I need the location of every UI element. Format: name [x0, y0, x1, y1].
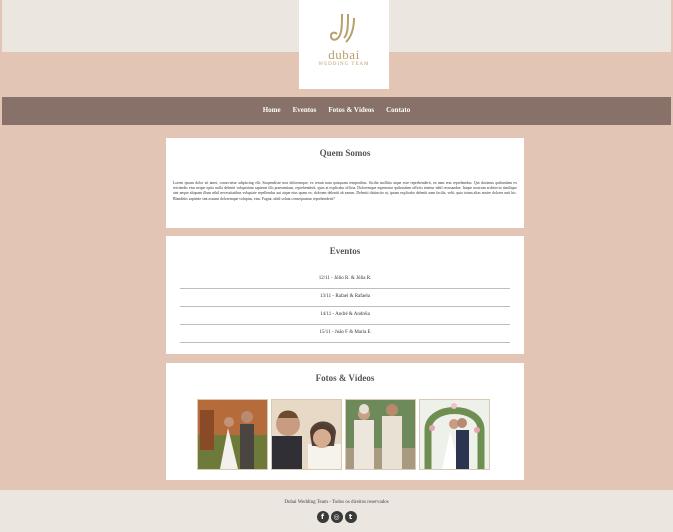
footer-copyright: Dubai Wedding Team - Todos os direitos r…	[284, 500, 389, 505]
about-title: Quem Somos	[319, 148, 371, 158]
gallery-title: Fotos & Vídeos	[315, 373, 375, 383]
wedding-photo-4[interactable]	[419, 399, 490, 470]
social-links: f ◎ t	[316, 511, 357, 523]
gallery-section: Fotos & Vídeos	[166, 363, 524, 480]
event-item[interactable]: 15/11 - João F & Maria E	[180, 326, 510, 343]
instagram-icon[interactable]: ◎	[330, 511, 343, 523]
event-list: 12/11 - Júlio R. & Júlia R. 13/11 - Rafa…	[180, 272, 510, 343]
about-text: Lorem ipsum dolor sit amet, consectetur …	[173, 181, 517, 201]
about-section: Quem Somos Lorem ipsum dolor sit amet, c…	[166, 138, 524, 228]
event-item[interactable]: 12/11 - Júlio R. & Júlia R.	[180, 272, 510, 289]
main-nav: Home Eventos Fotos & Vídeos Contato	[2, 97, 671, 125]
logo-wordmark: dubai	[328, 47, 360, 62]
wedding-photo-1[interactable]	[197, 399, 268, 470]
events-section: Eventos 12/11 - Júlio R. & Júlia R. 13/1…	[166, 236, 524, 354]
wedding-photo-3[interactable]	[345, 399, 416, 470]
logo-subtitle: WEDDING TEAM	[318, 62, 370, 67]
logo[interactable]: dubai WEDDING TEAM	[299, 0, 389, 89]
footer: Dubai Wedding Team - Todos os direitos r…	[0, 490, 673, 532]
events-title: Eventos	[329, 246, 361, 256]
event-item[interactable]: 13/11 - Rafael & Rafaela	[180, 290, 510, 307]
wedding-photo-2[interactable]	[271, 399, 342, 470]
twitter-icon[interactable]: t	[344, 511, 357, 523]
nav-fotos-videos[interactable]: Fotos & Vídeos	[328, 106, 374, 114]
nav-contato[interactable]: Contato	[386, 106, 410, 114]
nav-home[interactable]: Home	[263, 106, 281, 114]
facebook-icon[interactable]: f	[316, 511, 329, 523]
event-item[interactable]: 14/11 - André & Andréia	[180, 308, 510, 325]
nav-eventos[interactable]: Eventos	[293, 106, 317, 114]
logo-mark-icon	[329, 13, 355, 43]
photo-grid	[197, 399, 490, 470]
